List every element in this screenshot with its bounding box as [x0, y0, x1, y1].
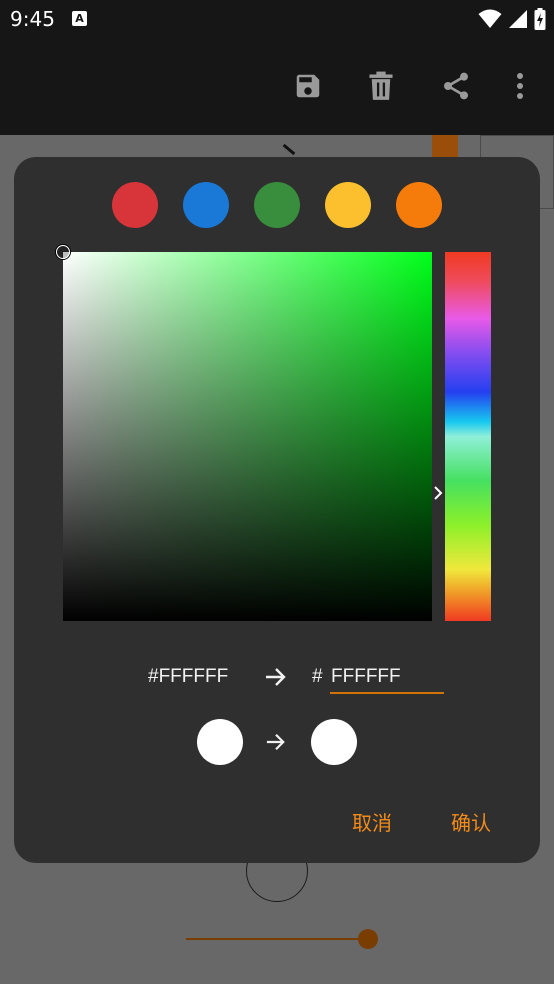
sv-picker-cursor[interactable]	[56, 245, 70, 259]
hex-input[interactable]	[330, 662, 444, 694]
confirm-button[interactable]: 确认	[451, 807, 491, 836]
preset-color-green[interactable]	[254, 182, 300, 228]
old-hex-label: #FFFFFF	[148, 666, 229, 687]
arrow-right-icon	[266, 733, 285, 751]
preset-color-yellow[interactable]	[325, 182, 371, 228]
battery-icon	[534, 8, 546, 30]
hue-marker-chevron-icon[interactable]	[432, 485, 444, 501]
preset-color-blue[interactable]	[183, 182, 229, 228]
brush-size-slider-thumb[interactable]	[358, 929, 378, 949]
status-indicators	[478, 6, 546, 32]
preset-color-red[interactable]	[112, 182, 158, 228]
app-toolbar	[0, 38, 554, 135]
cancel-button[interactable]: 取消	[352, 807, 392, 836]
status-time: 9:45	[10, 7, 55, 31]
delete-icon[interactable]	[361, 66, 401, 106]
hue-slider[interactable]	[445, 252, 491, 621]
hex-hash-label: #	[312, 666, 323, 687]
old-color-swatch	[197, 719, 243, 765]
wifi-icon	[478, 9, 502, 28]
signal-icon	[509, 10, 527, 28]
more-vert-icon[interactable]	[500, 66, 540, 106]
arrow-right-icon	[266, 668, 286, 686]
color-picker-dialog: #FFFFFF # 取消 确认	[14, 157, 540, 863]
preset-color-orange[interactable]	[396, 182, 442, 228]
save-icon[interactable]	[288, 66, 328, 106]
share-icon[interactable]	[436, 66, 476, 106]
brush-size-slider-track[interactable]	[186, 938, 368, 940]
new-color-swatch	[311, 719, 357, 765]
status-bar: 9:45 A	[0, 0, 554, 38]
canvas-shape	[432, 135, 458, 159]
notification-a-icon: A	[72, 11, 87, 26]
saturation-value-picker[interactable]	[63, 252, 432, 621]
